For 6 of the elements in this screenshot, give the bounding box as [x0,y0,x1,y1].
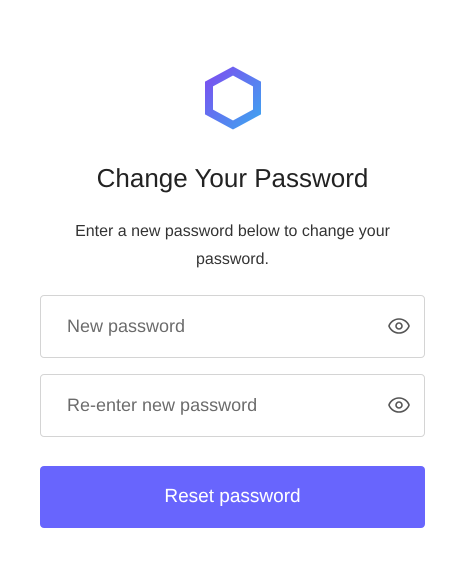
description-text: Enter a new password below to change your password. [74,222,391,270]
password-field[interactable]: New password [40,295,425,358]
hexagon-logo-icon [204,66,262,130]
reset-password-button[interactable]: Reset password [40,466,425,528]
page-title: Change Your Password [96,162,368,194]
password-field[interactable]: Re-enter new password [40,374,425,437]
